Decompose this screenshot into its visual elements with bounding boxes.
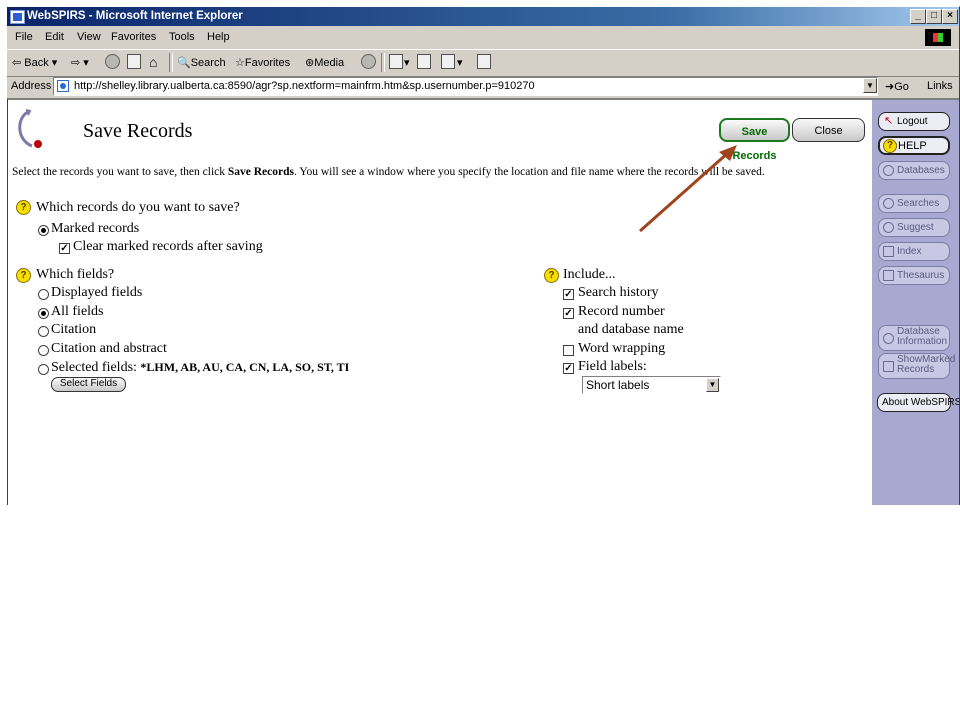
menu-bar: File Edit View Favorites Tools Help [7,27,959,47]
edit-word-icon[interactable] [441,54,455,69]
page-icon [57,80,69,92]
stop-icon[interactable] [105,54,120,69]
menu-file[interactable]: File [15,31,33,43]
search-button[interactable]: 🔍Search [177,56,226,69]
windows-logo-icon [925,29,951,46]
title-bar: WebSPIRS - Microsoft Internet Explorer _… [7,7,959,26]
address-bar: Address http://shelley.library.ualberta.… [7,76,959,98]
toolbar-separator [381,53,385,72]
toolbar-separator [169,53,173,72]
favorites-button[interactable]: ☆Favorites [235,56,290,69]
page-content: Save Records Save Records Close Select t… [7,98,959,505]
menu-favorites[interactable]: Favorites [111,31,156,43]
toolbar: ⇦ Back ▾ ⇨ ▾ ⌂ 🔍Search ☆Favorites ⊛Media… [7,49,959,77]
forward-button[interactable]: ⇨ ▾ [71,56,89,69]
address-url: http://shelley.library.ualberta.ca:8590/… [74,80,535,92]
history-icon[interactable] [361,54,376,69]
favorites-label: Favorites [244,57,291,69]
annotation-arrow [639,145,737,233]
menu-edit[interactable]: Edit [45,31,64,43]
mail-dropdown-icon[interactable]: ▾ [404,56,410,69]
minimize-button[interactable]: _ [910,9,926,24]
refresh-icon[interactable] [127,54,141,69]
close-window-button[interactable]: × [942,9,958,24]
window-title: WebSPIRS - Microsoft Internet Explorer [27,10,243,22]
ie-icon [10,10,25,24]
menu-view[interactable]: View [77,31,101,43]
address-dropdown-icon[interactable]: ▼ [863,78,877,93]
go-button[interactable]: ➜Go [885,80,909,93]
edit-dropdown-icon[interactable]: ▾ [457,56,463,69]
media-label: Media [314,57,345,69]
home-icon[interactable]: ⌂ [149,54,157,70]
print-icon[interactable] [417,54,431,69]
menu-help[interactable]: Help [207,31,230,43]
discuss-icon[interactable] [477,54,491,69]
maximize-button[interactable]: □ [926,9,942,24]
go-label: Go [894,81,909,93]
search-label: Search [190,57,226,69]
browser-window: WebSPIRS - Microsoft Internet Explorer _… [6,6,960,505]
media-button[interactable]: ⊛Media [305,56,344,69]
mail-icon[interactable] [389,54,403,69]
address-label: Address [11,80,52,92]
back-label: Back [24,57,49,69]
back-button[interactable]: ⇦ Back ▾ [12,56,57,69]
menu-tools[interactable]: Tools [169,31,195,43]
address-input[interactable]: http://shelley.library.ualberta.ca:8590/… [53,77,878,96]
links-button[interactable]: Links [927,80,953,92]
